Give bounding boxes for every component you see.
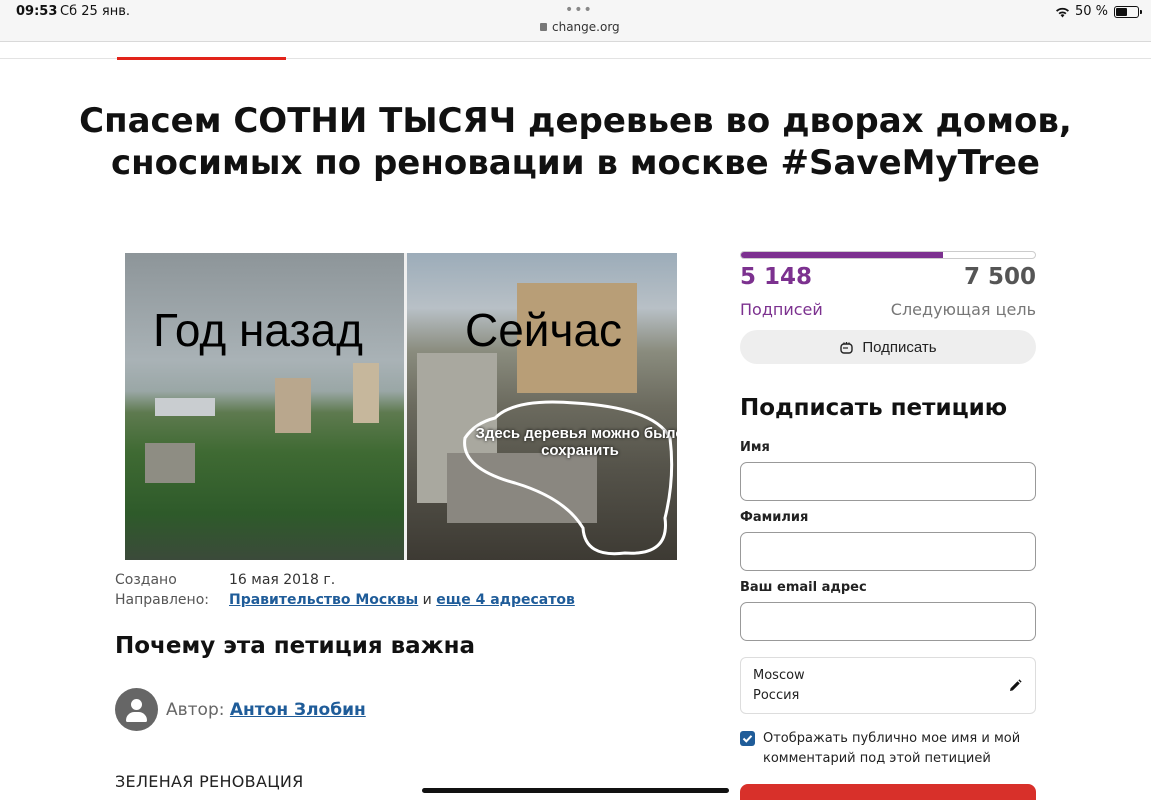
active-tab-indicator [117,57,286,60]
battery-percent: 50 % [1074,4,1108,19]
signature-count-label: Подписей [740,300,823,319]
form-title: Подписать петицию [740,395,1008,421]
multitasking-dots[interactable]: ••• [565,2,593,18]
image-note: Здесь деревья можно было сохранить [475,425,678,459]
lock-icon [540,23,547,31]
directed-label: Направлено: [115,592,209,608]
petition-image: Год назад Сейчас Здесь деревья можно был… [125,253,677,560]
status-indicators: 50 % [1055,4,1142,19]
directed-and: и [422,592,432,608]
location-box[interactable]: Moscow Россия [740,657,1036,714]
checkmark-icon [742,735,753,743]
address-bar[interactable]: change.org [540,20,620,34]
home-indicator[interactable] [422,788,729,793]
status-date: Сб 25 янв. [60,4,131,19]
public-display-label: Отображать публично мое имя и мой коммен… [763,731,1021,766]
ios-status-bar: 09:53 Сб 25 янв. ••• change.org 50 % [0,0,1151,42]
sign-button[interactable]: Подписать [740,330,1036,364]
author-link[interactable]: Антон Злобин [230,700,366,720]
status-time: 09:53 [16,4,58,19]
submit-signature-button[interactable] [740,784,1036,800]
author-label: Автор: [166,700,225,720]
public-display-checkbox[interactable] [740,731,755,746]
email-label: Ваш email адрес [740,580,867,595]
directed-to: Правительство Москвы и еще 4 адресатов [229,592,575,608]
battery-icon [1114,5,1142,18]
created-label: Создано [115,572,177,588]
wifi-icon [1055,7,1069,17]
location-city: Moscow [753,668,805,683]
email-field[interactable] [740,602,1036,641]
why-heading: Почему эта петиция важна [115,633,475,659]
petition-title: Спасем СОТНИ ТЫСЯЧ деревьев во дворах до… [79,101,1072,183]
created-date: 16 мая 2018 г. [229,572,336,588]
image-caption-after: Сейчас [465,304,623,356]
image-caption-before: Год назад [153,304,364,356]
directed-primary-link[interactable]: Правительство Москвы [229,592,418,608]
last-name-label: Фамилия [740,510,809,525]
user-avatar-icon [115,688,158,731]
location-country: Россия [753,688,800,703]
section-heading: ЗЕЛЕНАЯ РЕНОВАЦИЯ [115,772,304,791]
first-name-field[interactable] [740,462,1036,501]
url-text: change.org [552,20,620,34]
author-line: Автор: Антон Злобин [166,700,366,720]
progress-fill [741,252,943,258]
directed-more-link[interactable]: еще 4 адресатов [436,592,575,608]
pencil-icon[interactable] [1007,678,1023,694]
first-name-label: Имя [740,440,770,455]
image-before-panel [125,253,404,560]
signature-progress-bar [740,251,1036,259]
signature-goal-label: Следующая цель [890,300,1036,319]
fist-icon [839,340,854,355]
signature-goal: 7 500 [963,264,1036,290]
sign-button-label: Подписать [862,338,937,356]
signature-count: 5 148 [740,264,813,290]
last-name-field[interactable] [740,532,1036,571]
